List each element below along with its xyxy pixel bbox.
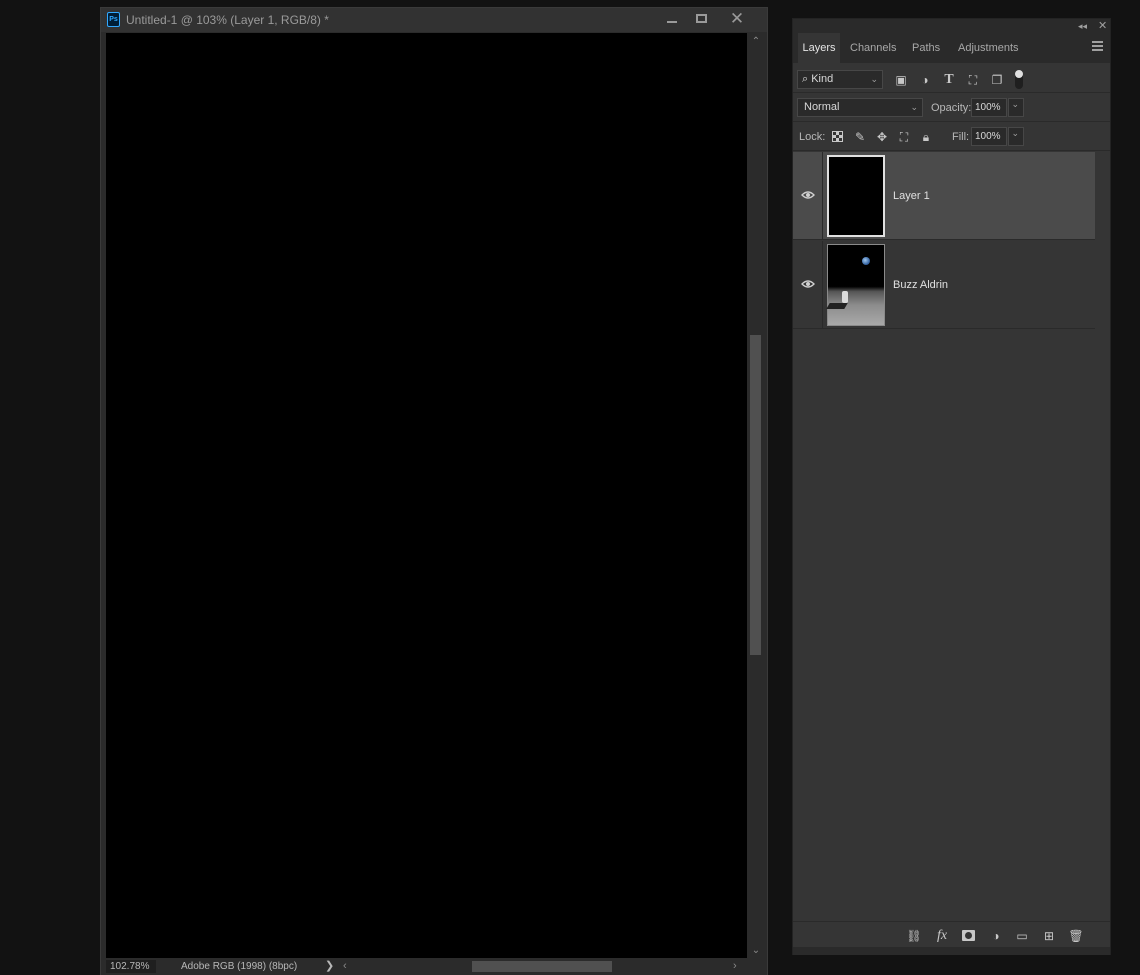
layer-name[interactable]: Layer 1 — [893, 190, 930, 202]
zoom-field[interactable]: 102.78% — [106, 960, 156, 973]
layer-row[interactable]: Buzz Aldrin — [793, 241, 1095, 329]
canvas[interactable] — [106, 33, 747, 958]
adjustment-filter-icon[interactable]: ◑ — [918, 73, 932, 87]
shape-filter-icon[interactable]: ⛶ — [966, 73, 980, 87]
collapse-panel-icon[interactable]: ◂◂ — [1078, 19, 1087, 33]
filter-row: ⌕ Kind ⌄ ▣ ◑ T ⛶ ❐ — [793, 63, 1110, 93]
maximize-icon — [695, 14, 707, 23]
document-titlebar[interactable]: Ps Untitled-1 @ 103% (Layer 1, RGB/8) * … — [101, 8, 767, 32]
lock-transparent-icon[interactable] — [831, 130, 845, 144]
tab-channels[interactable]: Channels — [846, 33, 900, 63]
layer-thumbnail[interactable] — [826, 244, 885, 326]
chevron-down-icon: ⌄ — [1011, 99, 1019, 109]
shadow-image — [826, 303, 848, 309]
scroll-down-icon[interactable]: ⌄ — [748, 944, 764, 958]
kind-filter-select[interactable]: ⌕ Kind ⌄ — [797, 70, 883, 89]
link-layers-icon[interactable]: ⛓ — [906, 928, 922, 944]
document-profile: Adobe RGB (1998) (8bpc) — [181, 961, 298, 972]
opacity-label: Opacity: — [931, 102, 972, 114]
minimize-icon — [667, 21, 677, 23]
lock-paint-icon[interactable]: ✎ — [853, 130, 867, 144]
type-filter-icon[interactable]: T — [942, 73, 956, 87]
document-title: Untitled-1 @ 103% (Layer 1, RGB/8) * — [126, 13, 329, 27]
scroll-up-icon[interactable]: ⌃ — [748, 35, 764, 49]
panel-tabs: Layers Channels Paths Adjustments — [793, 33, 1110, 63]
smart-object-filter-icon[interactable]: ❐ — [990, 73, 1004, 87]
add-mask-icon[interactable] — [960, 928, 976, 944]
vertical-scrollbar[interactable]: ⌃ ⌄ — [748, 33, 764, 958]
tab-layers[interactable]: Layers — [798, 33, 840, 63]
horizontal-scroll-thumb[interactable] — [472, 961, 612, 972]
scroll-right-icon[interactable]: › — [733, 959, 737, 973]
blend-row: Normal ⌄ Opacity: 100% ⌄ — [793, 94, 1110, 122]
chevron-down-icon: ⌄ — [910, 102, 918, 112]
fill-label: Fill: — [952, 131, 970, 143]
ps-icon: Ps — [107, 12, 120, 27]
status-bar: 102.78% Adobe RGB (1998) (8bpc) ❯ ‹ › — [101, 958, 767, 975]
opacity-field[interactable]: 100% — [971, 98, 1007, 117]
pixel-filter-icon[interactable]: ▣ — [894, 73, 908, 87]
panel-resize-bar[interactable] — [793, 947, 1110, 955]
vertical-scroll-thumb[interactable] — [750, 335, 761, 655]
minimize-button[interactable] — [659, 9, 685, 29]
astronaut-image — [842, 291, 848, 303]
lock-all-icon[interactable]: 🔒︎ — [919, 130, 933, 144]
lock-label: Lock: — [799, 131, 826, 143]
document-window: Ps Untitled-1 @ 103% (Layer 1, RGB/8) * … — [100, 7, 768, 975]
panel-footer-toolbar: ⛓ fx ◑ ▭ ⊞ 🗑︎ — [793, 921, 1110, 947]
adjustment-layer-icon[interactable]: ◑ — [988, 928, 1004, 944]
panel-close-icon[interactable]: ✕ — [1098, 19, 1107, 33]
layer-name[interactable]: Buzz Aldrin — [893, 279, 948, 291]
close-button[interactable]: ✕ — [724, 9, 750, 29]
eye-icon[interactable] — [801, 279, 815, 289]
layer-row[interactable]: Layer 1 — [793, 152, 1095, 240]
filter-toggle[interactable] — [1015, 70, 1023, 89]
lock-position-icon[interactable]: ✥ — [875, 130, 889, 144]
divider — [822, 241, 823, 328]
panel-menu-icon[interactable] — [1092, 41, 1103, 51]
blend-mode-value: Normal — [804, 101, 840, 113]
maximize-button[interactable] — [688, 9, 714, 29]
chevron-down-icon: ⌄ — [870, 74, 878, 84]
layer-thumbnail[interactable] — [827, 155, 885, 237]
divider — [822, 152, 823, 239]
fx-icon[interactable]: fx — [934, 928, 950, 944]
fill-field[interactable]: 100% — [971, 127, 1007, 146]
fill-dropdown[interactable]: ⌄ — [1008, 127, 1024, 146]
chevron-down-icon: ⌄ — [1011, 128, 1019, 138]
status-menu-arrow-icon[interactable]: ❯ — [325, 959, 334, 973]
tab-paths[interactable]: Paths — [908, 33, 944, 63]
new-group-icon[interactable]: ▭ — [1014, 928, 1030, 944]
layers-panel: ◂◂ ✕ Layers Channels Paths Adjustments ⌕… — [792, 18, 1111, 955]
kind-filter-label: ⌕ Kind — [802, 73, 834, 85]
scroll-left-icon[interactable]: ‹ — [343, 959, 347, 973]
layers-list: Layer 1 Buzz Aldrin — [793, 152, 1095, 330]
panel-header: ◂◂ ✕ — [793, 19, 1110, 33]
tab-adjustments[interactable]: Adjustments — [954, 33, 1023, 63]
lock-artboard-icon[interactable]: ⛶ — [897, 130, 911, 144]
delete-layer-icon[interactable]: 🗑︎ — [1068, 928, 1084, 944]
lock-row: Lock: ✎ ✥ ⛶ 🔒︎ Fill: 100% ⌄ — [793, 123, 1110, 151]
opacity-dropdown[interactable]: ⌄ — [1008, 98, 1024, 117]
earth-image — [862, 257, 870, 265]
blend-mode-select[interactable]: Normal ⌄ — [797, 98, 923, 117]
new-layer-icon[interactable]: ⊞ — [1041, 928, 1057, 944]
eye-icon[interactable] — [801, 190, 815, 200]
